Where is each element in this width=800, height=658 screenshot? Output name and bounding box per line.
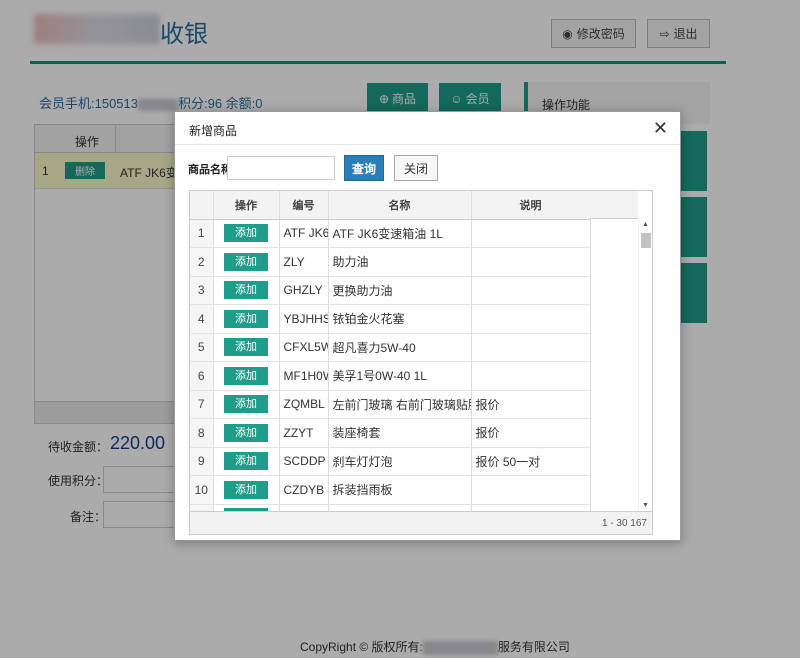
search-input[interactable]: [227, 156, 335, 180]
search-label: 商品名称: [188, 164, 232, 176]
row-index: 3: [190, 276, 214, 305]
row-code: ZZYT: [279, 418, 329, 448]
add-button[interactable]: 添加: [224, 423, 268, 442]
row-name: 刹车灯灯泡: [328, 447, 472, 476]
row-note: [471, 475, 591, 505]
goods-table-header: 操作 编号 名称 说明: [190, 191, 591, 220]
row-name: 拆装挡雨板: [328, 475, 472, 505]
add-button[interactable]: 添加: [224, 452, 268, 471]
row-code: ATF JK6B: [279, 219, 329, 248]
add-button[interactable]: 添加: [224, 480, 268, 499]
add-button[interactable]: 添加: [224, 309, 268, 328]
add-cell: 添加: [213, 276, 280, 305]
row-name: 更换助力油: [328, 276, 472, 305]
row-note: 报价 50一对: [471, 447, 591, 476]
row-index: 7: [190, 390, 214, 419]
add-button[interactable]: 添加: [224, 224, 268, 243]
vertical-scrollbar[interactable]: ▲ ▼: [638, 219, 652, 511]
col-action: 操作: [213, 191, 280, 220]
row-index: 8: [190, 418, 214, 448]
add-cell: 添加: [213, 447, 280, 476]
row-code: MF1H0W: [279, 361, 329, 391]
row-code: SCDDP: [279, 447, 329, 476]
row-note: [471, 276, 591, 305]
row-note: 报价: [471, 390, 591, 419]
goods-row: 4 添加 YBJHHS 铱铂金火花塞: [190, 304, 591, 334]
dialog-divider: [175, 144, 680, 145]
goods-row: 3 添加 GHZLY 更换助力油: [190, 276, 591, 305]
row-note: 报价: [471, 418, 591, 448]
row-code: ZLY: [279, 247, 329, 277]
add-button[interactable]: 添加: [224, 366, 268, 385]
row-index: 2: [190, 247, 214, 277]
row-index: 6: [190, 361, 214, 391]
row-note: [471, 219, 591, 248]
row-note: [471, 361, 591, 391]
col-name: 名称: [328, 191, 472, 220]
row-index: 5: [190, 333, 214, 362]
row-note: [471, 333, 591, 362]
add-cell: 添加: [213, 361, 280, 391]
row-note: [471, 247, 591, 277]
add-cell: 添加: [213, 333, 280, 362]
add-cell: 添加: [213, 219, 280, 248]
row-name: 铱铂金火花塞: [328, 304, 472, 334]
goods-table-body: 1 添加 ATF JK6BATF JK6变速箱油 1L 2 添加 ZLY助力油 3 添加 GHZ…: [190, 219, 591, 533]
add-cell: 添加: [213, 418, 280, 448]
goods-row: 6 添加 MF1H0W美孚1号0W-40 1L: [190, 361, 591, 391]
row-code: CZDYB: [279, 475, 329, 505]
col-index: [190, 191, 214, 220]
pager-text: 1 - 30 167: [601, 518, 647, 529]
row-index: 1: [190, 219, 214, 248]
goods-row: 8 添加 ZZYT 装座椅套 报价: [190, 418, 591, 448]
row-name: ATF JK6变速箱油 1L: [328, 219, 472, 248]
goods-row: 9 添加 SCDDP 刹车灯灯泡 报价 50一对: [190, 447, 591, 476]
col-code: 编号: [279, 191, 329, 220]
goods-row: 2 添加 ZLY 助力油: [190, 247, 591, 277]
row-index: 4: [190, 304, 214, 334]
close-icon[interactable]: ✕: [653, 118, 668, 139]
add-goods-dialog: 新增商品 ✕ 商品名称 查询 关闭 操作 编号 名称 说明 1 添加 ATF JK6…: [174, 111, 681, 541]
add-cell: 添加: [213, 475, 280, 505]
scroll-thumb[interactable]: [641, 233, 651, 248]
row-name: 美孚1号0W-40 1L: [328, 361, 472, 391]
extra-header-cell: [590, 191, 638, 219]
goods-row: 10 添加 CZDYB 拆装挡雨板: [190, 475, 591, 505]
row-code: ZQMBL Y: [279, 390, 329, 419]
add-cell: 添加: [213, 304, 280, 334]
row-note: [471, 304, 591, 334]
row-code: GHZLY: [279, 276, 329, 305]
row-index: 10: [190, 475, 214, 505]
row-index: 9: [190, 447, 214, 476]
pager: 1 - 30 167: [190, 511, 652, 534]
goods-table: 操作 编号 名称 说明 1 添加 ATF JK6BATF JK6变速箱油 1L 2 添加…: [190, 191, 591, 533]
row-name: 左前门玻璃 右前门玻璃贴膜: [328, 390, 472, 419]
add-cell: 添加: [213, 390, 280, 419]
row-code: YBJHHS: [279, 304, 329, 334]
query-button[interactable]: 查询: [344, 155, 384, 181]
add-cell: 添加: [213, 247, 280, 277]
goods-row: 7 添加 ZQMBL Y左前门玻璃 右前门玻璃贴膜报价: [190, 390, 591, 419]
dialog-title: 新增商品: [189, 124, 238, 138]
row-code: CFXL5W-: [279, 333, 329, 362]
scroll-down-icon[interactable]: ▼: [642, 502, 649, 509]
close-button[interactable]: 关闭: [394, 155, 438, 181]
goods-row: 5 添加 CFXL5W-超凡喜力5W-40: [190, 333, 591, 362]
col-note: 说明: [471, 191, 591, 220]
row-name: 超凡喜力5W-40: [328, 333, 472, 362]
scroll-up-icon[interactable]: ▲: [642, 221, 649, 228]
row-name: 装座椅套: [328, 418, 472, 448]
row-name: 助力油: [328, 247, 472, 277]
add-button[interactable]: 添加: [224, 252, 268, 271]
goods-grid: 操作 编号 名称 说明 1 添加 ATF JK6BATF JK6变速箱油 1L 2 添加…: [189, 190, 653, 535]
add-button[interactable]: 添加: [224, 338, 268, 357]
add-button[interactable]: 添加: [224, 395, 268, 414]
goods-row: 1 添加 ATF JK6BATF JK6变速箱油 1L: [190, 219, 591, 248]
add-button[interactable]: 添加: [224, 281, 268, 300]
